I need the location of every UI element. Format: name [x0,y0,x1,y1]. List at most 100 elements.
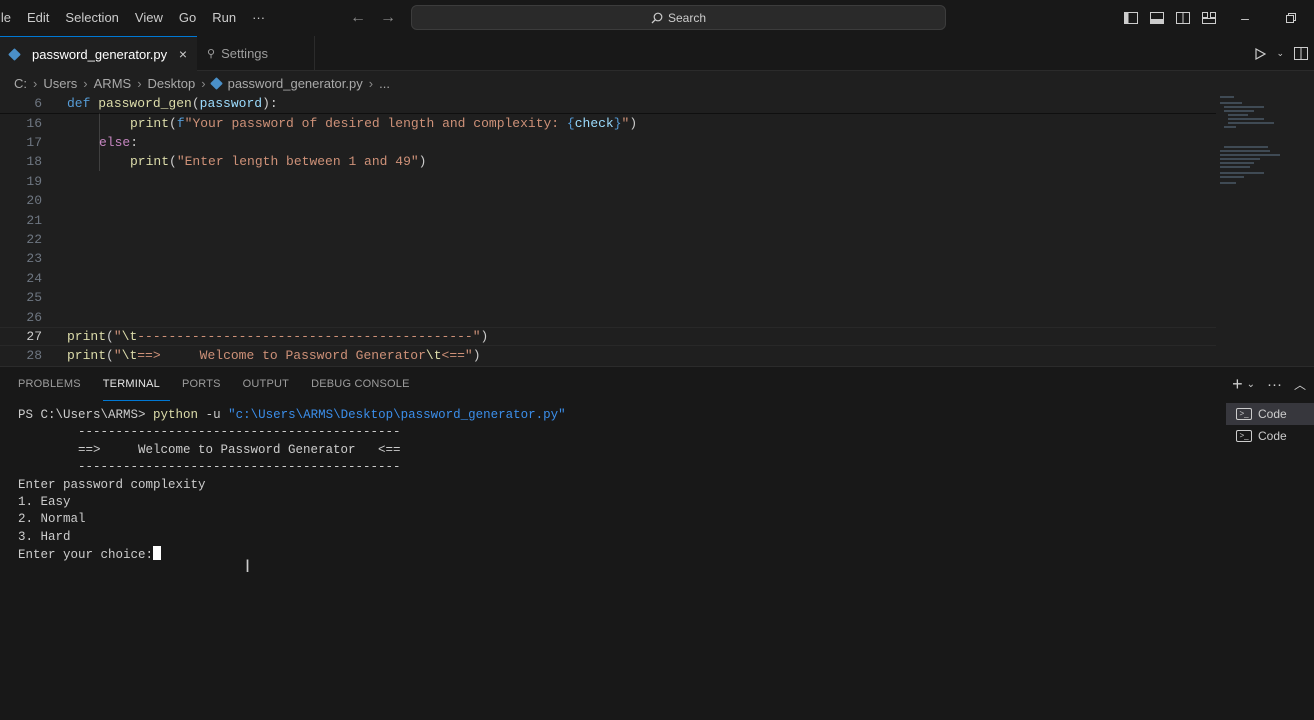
restore-icon[interactable] [1268,0,1314,36]
terminal-command-line: PS C:\Users\ARMS> python -u "c:\Users\AR… [18,407,1218,424]
code-text: print("Enter length between 1 and 49") [130,154,427,170]
line-number: 18 [26,154,42,170]
breadcrumb-symbol[interactable]: ... [379,76,390,91]
settings-icon: ⚲ [207,48,216,60]
line-number: 6 [34,96,42,112]
minimap[interactable] [1216,94,1314,366]
minimize-icon[interactable]: – [1222,0,1268,36]
terminal-instance[interactable]: >_ Code [1226,403,1314,425]
code-line: 6 def password_gen(password): [0,94,1216,113]
title-bar: ile Edit Selection View Go Run ··· ← → S… [0,0,1314,36]
tab-debug-console[interactable]: DEBUG CONSOLE [311,367,420,401]
run-icon[interactable] [1254,47,1267,60]
menu-view[interactable]: View [127,0,171,36]
close-icon[interactable]: × [179,46,187,62]
terminal-path: "c:\Users\ARMS\Desktop\password_generato… [228,408,566,422]
tab-label: password_generator.py [32,46,168,62]
code-line: 21 [0,210,1216,229]
breadcrumb-file[interactable]: password_generator.py [228,76,363,91]
terminal-line: 1. Easy [18,494,71,509]
search-label: Search [667,10,707,25]
code-line: 23 [0,249,1216,268]
customize-layout-icon[interactable] [1196,0,1222,36]
title-bar-controls: – [1118,0,1314,36]
code-line: 24 [0,269,1216,288]
terminal-input-line[interactable]: Enter your choice: [18,546,1218,563]
code-text: def password_gen(password): [67,96,278,112]
code-line: 28 print("\t==> Welcome to Password Gene… [0,346,1216,365]
code-line: 18 print("Enter length between 1 and 49"… [0,152,1216,171]
tab-ports[interactable]: PORTS [182,367,231,401]
breadcrumb-desktop[interactable]: Desktop [148,76,196,91]
terminal-line: ----------------------------------------… [18,460,401,475]
line-number: 16 [26,115,42,131]
tab-label: Settings [221,46,269,61]
code-line: 20 [0,191,1216,210]
breadcrumb-drive[interactable]: C: [14,76,27,91]
code-text: print("\t-------------------------------… [67,328,489,344]
chevron-right-icon: › [83,75,88,91]
forward-arrow-icon[interactable]: → [380,9,396,27]
code-editor[interactable]: 6 def password_gen(password): 16 print(f… [0,94,1314,366]
terminal-instance-label: Code [1258,429,1287,443]
line-number: 25 [26,290,42,306]
terminal-instance-label: Code [1258,407,1287,421]
back-arrow-icon[interactable]: ← [350,9,366,27]
chevron-right-icon: › [201,75,206,91]
terminal-cursor [153,546,162,561]
mouse-ibeam-cursor-icon: I [245,557,251,577]
line-number: 17 [26,134,42,150]
chevron-down-icon[interactable]: ⌄ [1247,379,1255,390]
menu-go[interactable]: Go [171,0,204,36]
code-line: 19 [0,172,1216,191]
terminal-line: 3. Hard [18,529,71,544]
line-number: 22 [26,231,42,247]
toggle-primary-sidebar-icon[interactable] [1118,0,1144,36]
line-number: 19 [26,173,42,189]
terminal-instance[interactable]: >_ Code [1226,425,1314,447]
split-editor-icon[interactable] [1294,47,1308,60]
editor-actions: ⌄ [1254,36,1308,71]
tab-settings[interactable]: ⚲ Settings [197,36,315,71]
terminal-output[interactable]: PS C:\Users\ARMS> python -u "c:\Users\AR… [18,407,1218,564]
breadcrumb: C: › Users › ARMS › Desktop › password_g… [0,72,1314,94]
toggle-panel-icon[interactable] [1144,0,1170,36]
editor-tab-bar: password_generator.py × ⚲ Settings [0,36,1314,71]
chevron-up-icon[interactable]: ︿ [1294,376,1306,393]
tab-password-generator[interactable]: password_generator.py × [0,36,197,71]
code-line-current: 27 print("\t----------------------------… [0,326,1216,347]
new-terminal-icon[interactable]: + [1232,374,1243,395]
menu-bar: ile Edit Selection View Go Run ··· [0,0,273,36]
chevron-right-icon: › [137,75,142,91]
menu-more[interactable]: ··· [244,0,273,36]
menu-file[interactable]: ile [0,0,19,36]
code-line: 16 print(f"Your password of desired leng… [0,113,1216,132]
more-actions-icon[interactable]: ··· [1267,376,1282,393]
breadcrumb-users[interactable]: Users [43,76,77,91]
terminal-flag: -u [205,408,221,422]
chevron-down-icon[interactable]: ⌄ [1276,48,1284,59]
terminal-prompt: PS C:\Users\ARMS> [18,408,146,422]
line-number: 27 [26,328,42,344]
tab-problems[interactable]: PROBLEMS [18,367,91,401]
terminal-line: ==> Welcome to Password Generator <== [18,442,401,457]
menu-edit[interactable]: Edit [19,0,57,36]
code-line: 26 [0,307,1216,326]
code-line: 17 else: [0,133,1216,152]
line-number: 28 [26,348,42,364]
line-number: 26 [26,309,42,325]
terminal-line: 2. Normal [18,512,86,527]
tab-terminal[interactable]: TERMINAL [102,367,170,401]
python-file-icon [8,47,21,61]
menu-selection[interactable]: Selection [57,0,126,36]
tab-output[interactable]: OUTPUT [243,367,299,401]
terminal-line: ----------------------------------------… [18,425,401,440]
terminal-command: python [153,408,199,422]
breadcrumb-arms[interactable]: ARMS [94,76,132,91]
command-center-search[interactable]: Search [411,5,946,30]
toggle-secondary-sidebar-icon[interactable] [1170,0,1196,36]
terminal-icon: >_ [1236,408,1252,420]
panel-tabs: PROBLEMS TERMINAL PORTS OUTPUT DEBUG CON… [0,367,432,401]
code-text: else: [99,134,139,150]
menu-run[interactable]: Run [204,0,244,36]
